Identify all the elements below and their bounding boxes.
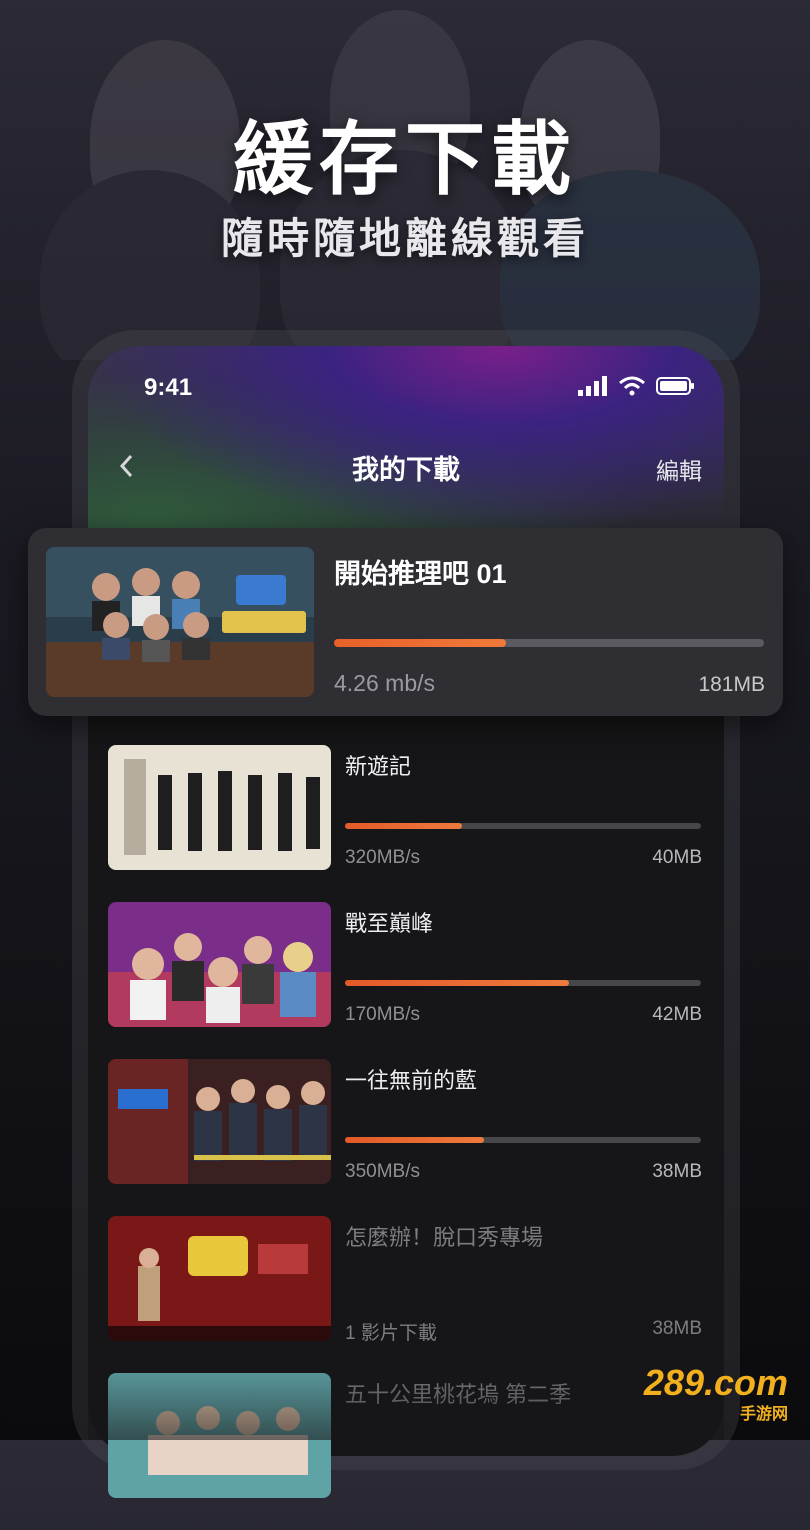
download-speed: 320MB/s (345, 847, 420, 868)
promo-subtitle: 隨時隨地離線觀看 (220, 215, 589, 262)
promo-title: 緩存下載 (233, 115, 577, 204)
download-speed: 350MB/s (345, 1161, 420, 1182)
video-thumbnail (108, 1059, 331, 1184)
download-size: 181MB (698, 673, 765, 696)
page-title: 我的下載 (352, 455, 460, 485)
download-title: 怎麼辦！脫口秀專場 (345, 1225, 544, 1250)
status-icons (578, 376, 696, 396)
video-thumbnail (108, 1216, 331, 1341)
watermark-tagline: 手游网 (739, 1406, 788, 1423)
download-item-highlighted[interactable]: 開始推理吧 01 4.26 mb/s 181MB (28, 528, 783, 716)
progress-fill (334, 639, 506, 647)
watermark-logo: 289.com 手游网 (644, 1362, 788, 1424)
download-list: 新遊記 320MB/s 40MB 戰至巔峰 170MB/s 42MB 一往無前的… (108, 745, 702, 1530)
video-thumbnail (46, 547, 314, 697)
download-size: 38MB (652, 1161, 702, 1182)
download-progress-bar (334, 639, 764, 647)
download-item[interactable]: 新遊記 320MB/s 40MB (108, 745, 702, 902)
download-size: 42MB (652, 1004, 702, 1025)
download-speed: 4.26 mb/s (334, 670, 435, 696)
status-time: 9:41 (144, 374, 193, 401)
download-title: 一往無前的藍 (345, 1068, 478, 1093)
download-progress-bar (345, 980, 701, 986)
download-item[interactable]: 五十公里桃花塢 第二季 (108, 1373, 702, 1530)
download-item[interactable]: 一往無前的藍 350MB/s 38MB (108, 1059, 702, 1216)
download-title: 五十公里桃花塢 第二季 (345, 1382, 572, 1407)
video-thumbnail (108, 902, 331, 1027)
download-status: 1 影片下載 (345, 1323, 437, 1344)
download-title: 開始推理吧 01 (334, 559, 507, 589)
progress-fill (345, 980, 570, 986)
wifi-icon (619, 376, 645, 396)
battery-icon (656, 377, 694, 395)
watermark-brand: 289.com (643, 1362, 788, 1403)
download-progress-bar (345, 1137, 701, 1143)
signal-icon (578, 376, 607, 396)
download-size: 38MB (652, 1318, 702, 1339)
download-item[interactable]: 戰至巔峰 170MB/s 42MB (108, 902, 702, 1059)
download-size: 40MB (652, 847, 702, 868)
edit-button[interactable]: 編輯 (656, 452, 702, 486)
download-progress-bar (345, 823, 701, 829)
progress-fill (345, 823, 463, 829)
video-thumbnail (108, 1373, 331, 1498)
download-title: 戰至巔峰 (345, 911, 434, 936)
progress-fill (345, 1137, 484, 1143)
download-title: 新遊記 (345, 754, 412, 779)
video-thumbnail (108, 745, 331, 870)
download-item[interactable]: 怎麼辦！脫口秀專場 1 影片下載 38MB (108, 1216, 702, 1373)
download-speed: 170MB/s (345, 1004, 420, 1025)
